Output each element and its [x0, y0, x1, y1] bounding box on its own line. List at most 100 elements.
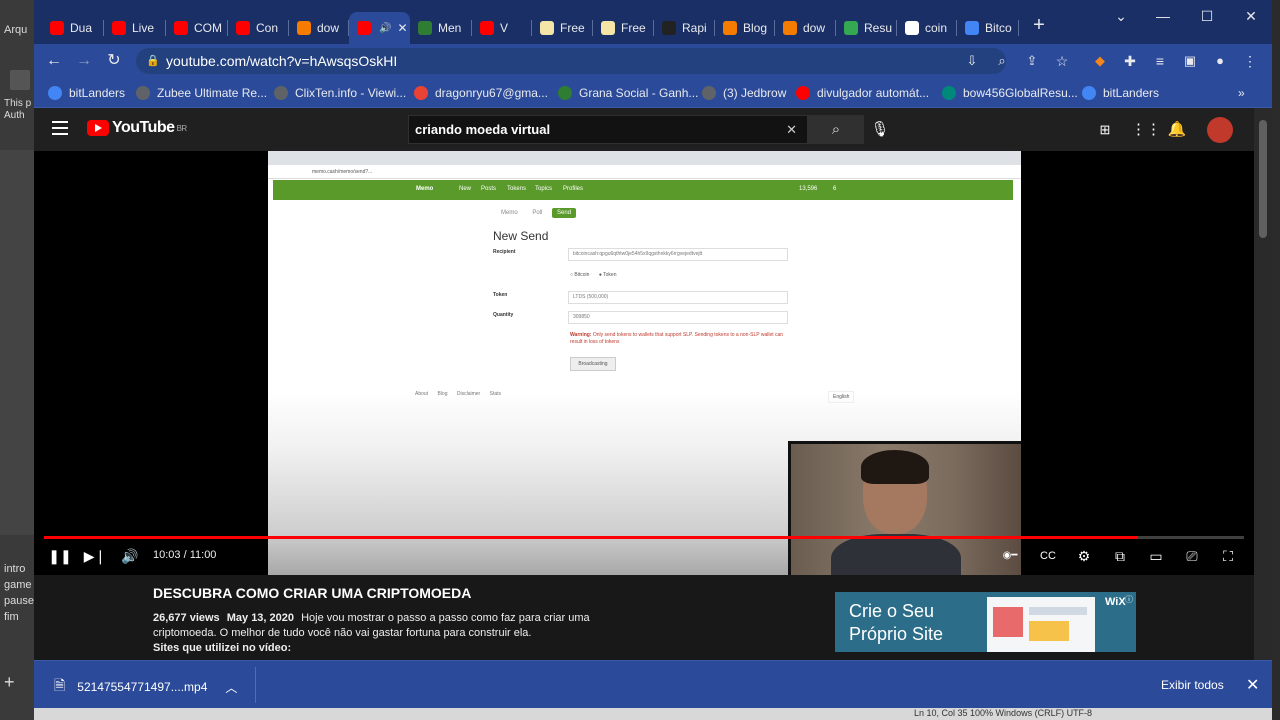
bookmark-item[interactable]: Zubee Ultimate Re...: [136, 83, 267, 103]
tab-10[interactable]: Rapi: [654, 12, 715, 44]
bookmark-item[interactable]: divulgador automát...: [796, 83, 929, 103]
show-all-button[interactable]: Exibir todos: [1161, 678, 1224, 692]
minimize-icon[interactable]: —: [1148, 8, 1178, 24]
tab-13[interactable]: Resu: [836, 12, 897, 44]
new-tab-icon[interactable]: +: [1024, 14, 1054, 37]
zoom-icon[interactable]: ⌕: [990, 50, 1014, 72]
install-app-icon[interactable]: ⇩: [960, 50, 984, 72]
bookmark-item[interactable]: bitLanders: [1082, 83, 1159, 103]
ad-info-icon[interactable]: ⓘ: [1125, 594, 1133, 605]
ad-image-block: [1029, 607, 1087, 615]
memo-tab-active: Send: [552, 208, 577, 218]
menu-kebab-icon[interactable]: ⋮: [1238, 50, 1262, 72]
bookmark-star-icon[interactable]: ☆: [1050, 50, 1074, 72]
close-window-icon[interactable]: ✕: [1236, 8, 1266, 25]
tab-15[interactable]: Bitco: [957, 12, 1019, 44]
tab-12[interactable]: dow: [775, 12, 836, 44]
apps-grid-icon[interactable]: ⋮⋮: [1131, 120, 1161, 140]
profile-avatar-icon[interactable]: ●: [1208, 50, 1232, 72]
settings-gear-icon[interactable]: ⚙: [1072, 546, 1096, 566]
audio-playing-icon[interactable]: 🔊: [379, 23, 391, 34]
puzzle-icon: [942, 86, 956, 100]
youtube-icon: [480, 21, 494, 35]
captions-icon[interactable]: CC: [1036, 546, 1060, 566]
metamask-icon[interactable]: ◆: [1088, 50, 1112, 72]
quantity-label: Quantity: [493, 312, 514, 318]
desktop-label: Auth: [4, 110, 25, 121]
bookmark-item[interactable]: Grana Social - Ganh...: [558, 83, 698, 103]
tab-1[interactable]: Live: [104, 12, 166, 44]
close-icon[interactable]: ✕: [1246, 675, 1259, 695]
clear-search-icon[interactable]: ✕: [786, 116, 797, 143]
reading-list-icon[interactable]: ≡: [1148, 50, 1172, 72]
miniplayer-icon[interactable]: ⧉: [1108, 546, 1132, 566]
radio-bitcoin-label: Bitcoin: [574, 272, 590, 278]
cast-icon[interactable]: ⎚: [1180, 546, 1204, 566]
recipient-field: bitcoincash:qpgu6qthtw0je54h5x9qgsthnkky…: [568, 248, 788, 261]
download-separator: [255, 667, 256, 703]
browser-window: Dua Live COM Con dow 🔊 ✕ Men V Free Free Rapi Blog do…: [34, 0, 1272, 708]
tab-9[interactable]: Free: [593, 12, 654, 44]
video-player[interactable]: memo.cash/memo/send?... Memo New Posts T…: [34, 151, 1254, 575]
page-scrollbar[interactable]: [1254, 108, 1272, 660]
download-item[interactable]: 🗎 52147554771497....mp4 ︿: [54, 675, 237, 699]
bookmark-item[interactable]: (3) Jedbrow: [702, 83, 786, 103]
tab-11[interactable]: Blog: [715, 12, 775, 44]
share-icon[interactable]: ⇪: [1020, 50, 1044, 72]
scrollbar-thumb[interactable]: [1259, 120, 1267, 238]
autoplay-toggle[interactable]: ◉━: [996, 546, 1024, 566]
bookmark-item[interactable]: ClixTen.info - Viewi...: [274, 83, 406, 103]
reload-icon[interactable]: ↻: [102, 50, 126, 72]
close-tab-icon[interactable]: ✕: [397, 21, 407, 35]
chevron-down-icon[interactable]: ⌄: [1106, 8, 1136, 25]
bookmark-item[interactable]: dragonryu67@gma...: [414, 83, 548, 103]
tab-0[interactable]: Dua: [42, 12, 104, 44]
fullscreen-icon[interactable]: ⛶: [1216, 546, 1240, 566]
side-panel-icon[interactable]: ▣: [1178, 50, 1202, 72]
theater-mode-icon[interactable]: ▭: [1144, 546, 1168, 566]
tab-3[interactable]: Con: [228, 12, 289, 44]
blogger-icon: [723, 21, 737, 35]
tab-2[interactable]: COM: [166, 12, 228, 44]
tab-7[interactable]: V: [472, 12, 532, 44]
hamburger-menu-icon[interactable]: [52, 121, 68, 135]
tab-label: Live: [132, 21, 155, 35]
maximize-icon[interactable]: ☐: [1192, 8, 1222, 25]
search-input[interactable]: criando moeda virtual ✕: [408, 115, 808, 144]
bookmark-item[interactable]: bow456GlobalResu...: [942, 83, 1078, 103]
ad-banner[interactable]: Crie o Seu Próprio Site WiX ⓘ: [835, 592, 1136, 652]
back-arrow-icon[interactable]: ←: [42, 50, 66, 72]
add-icon[interactable]: +: [4, 672, 15, 693]
tab-14[interactable]: coin: [897, 12, 957, 44]
forward-arrow-icon[interactable]: →: [72, 50, 96, 72]
tab-label: Con: [256, 21, 279, 35]
next-video-icon[interactable]: ▶❘: [83, 546, 107, 566]
progress-bar[interactable]: [44, 536, 1244, 539]
desktop-label: Arqu: [4, 24, 28, 36]
account-avatar[interactable]: [1207, 117, 1233, 143]
tab-5[interactable]: 🔊 ✕: [349, 12, 410, 44]
tab-4[interactable]: dow: [289, 12, 349, 44]
tab-label: Bitco: [985, 21, 1012, 35]
bookmark-item[interactable]: bitLanders: [48, 83, 125, 103]
recipient-label: Recipient: [493, 249, 516, 255]
address-bar[interactable]: 🔒 youtube.com/watch?v=hAwsqsOskHI: [136, 48, 1006, 74]
footer-link: About: [415, 391, 429, 397]
extensions-puzzle-icon[interactable]: ✚: [1118, 50, 1142, 72]
tab-8[interactable]: Free: [532, 12, 593, 44]
create-video-icon[interactable]: ⊞: [1095, 120, 1115, 140]
desktop-label: This p: [4, 98, 32, 109]
chevron-up-icon[interactable]: ︿: [225, 679, 237, 696]
search-button[interactable]: ⌕: [808, 115, 864, 144]
volume-icon[interactable]: 🔊: [118, 546, 142, 566]
youtube-logo[interactable]: YouTube BR: [87, 119, 187, 137]
tab-6[interactable]: Men: [410, 12, 472, 44]
notifications-bell-icon[interactable]: 🔔: [1167, 120, 1187, 140]
radio-token-label: Token: [603, 272, 617, 278]
voice-search-icon[interactable]: 🎙: [870, 120, 890, 140]
video-title: DESCUBRA COMO CRIAR UMA CRIPTOMOEDA: [153, 585, 472, 601]
pause-icon[interactable]: ❚❚: [48, 546, 72, 566]
video-description[interactable]: 26,677 views May 13, 2020 Hoje vou mostr…: [153, 611, 593, 656]
upload-date: May 13, 2020: [226, 612, 295, 624]
bookmarks-overflow-icon[interactable]: »: [1238, 83, 1245, 103]
